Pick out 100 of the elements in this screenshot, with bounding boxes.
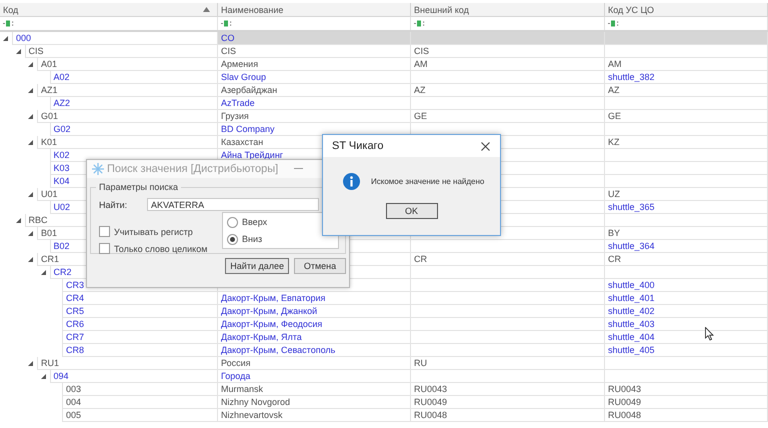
table-cell: Дакорт-Крым, Джанкой [218, 305, 411, 318]
radio-label: Вниз [242, 234, 262, 244]
find-next-button[interactable]: Найти далее [225, 258, 289, 274]
group-title: Параметры поиска [98, 182, 180, 192]
column-header[interactable]: Внешний код [411, 3, 605, 16]
column-header[interactable]: Код [0, 3, 218, 16]
sparkle-icon [92, 163, 104, 175]
table-cell: Города [218, 370, 411, 383]
tree-cell[interactable]: CR5 [62, 305, 218, 318]
tree-cell[interactable]: A01 [37, 58, 218, 71]
info-icon [343, 173, 360, 190]
column-header[interactable]: Код УС ЦО [605, 3, 768, 16]
table-cell: Россия [218, 357, 411, 370]
table-cell: Азербайджан [218, 84, 411, 97]
table-cell: shuttle_402 [605, 305, 768, 318]
minimize-icon[interactable] [294, 168, 303, 170]
table-cell: shuttle_401 [605, 292, 768, 305]
tree-cell[interactable]: 000 [12, 32, 218, 45]
table-cell: UZ [605, 188, 768, 201]
table-cell: Дакорт-Крым, Севастополь [218, 344, 411, 357]
sort-icon [203, 7, 210, 12]
radio-button[interactable] [227, 216, 238, 228]
expanded-icon[interactable] [16, 49, 20, 54]
table-cell: AZ [411, 84, 605, 97]
expanded-icon[interactable] [28, 140, 33, 145]
tree-cell[interactable]: G02 [50, 123, 218, 136]
tree-cell[interactable]: RU1 [37, 357, 218, 370]
table-cell: RU0043 [411, 383, 605, 396]
table-cell: CO [218, 32, 411, 45]
table-cell: CIS [218, 45, 411, 58]
table-cell: RU0049 [605, 396, 768, 409]
expanded-icon[interactable] [16, 218, 20, 223]
expanded-icon[interactable] [28, 361, 33, 366]
table-cell: Дакорт-Крым, Евпатория [218, 292, 411, 305]
expanded-icon[interactable] [3, 36, 8, 41]
tree-cell[interactable]: 005 [62, 409, 218, 422]
tree-cell[interactable]: A02 [50, 71, 218, 84]
table-cell: Nizhnevartovsk [218, 409, 411, 422]
table-cell: KZ [605, 136, 768, 149]
tree-cell[interactable]: CR7 [62, 331, 218, 344]
table-cell: CR [605, 253, 768, 266]
checkbox[interactable] [99, 226, 110, 237]
table-cell: AM [411, 58, 605, 71]
expanded-icon[interactable] [40, 270, 46, 275]
tree-cell[interactable]: CR8 [62, 344, 218, 357]
column-header[interactable]: Наименование [218, 3, 411, 16]
cancel-button[interactable]: Отмена [294, 258, 346, 274]
message-text: Искомое значение не найдено [371, 177, 484, 186]
tree-cell[interactable]: CR4 [62, 292, 218, 305]
table-cell: Грузия [218, 110, 411, 123]
table-cell: GE [411, 110, 605, 123]
tree-cell[interactable]: 004 [62, 396, 218, 409]
table-cell: shuttle_400 [605, 279, 768, 292]
table-cell: RU0043 [605, 383, 768, 396]
tree-cell[interactable]: AZ2 [50, 97, 218, 110]
table-cell: CR [411, 253, 605, 266]
expanded-icon[interactable] [28, 88, 33, 93]
checkbox-label: Только слово целиком [114, 244, 208, 254]
expanded-icon[interactable] [28, 192, 33, 197]
table-cell: shuttle_405 [605, 344, 768, 357]
filter-icon[interactable] [221, 20, 232, 27]
table-cell: CIS [411, 45, 605, 58]
checkbox[interactable] [99, 243, 110, 254]
expanded-icon[interactable] [28, 114, 33, 119]
tree-cell[interactable]: G01 [37, 110, 218, 123]
ok-button[interactable]: OK [386, 203, 438, 219]
checkbox-label: Учитывать регистр [114, 226, 193, 236]
table-cell: shuttle_403 [605, 318, 768, 331]
table-cell: Дакорт-Крым, Ялта [218, 331, 411, 344]
table-cell: shuttle_382 [605, 71, 768, 84]
filter-icon[interactable] [414, 20, 425, 27]
tree-cell[interactable]: CR6 [62, 318, 218, 331]
tree-cell[interactable]: 003 [62, 383, 218, 396]
table-cell: AzTrade [218, 97, 411, 110]
filter-icon[interactable] [608, 20, 619, 27]
expanded-icon[interactable] [28, 62, 33, 67]
expanded-icon[interactable] [28, 257, 33, 262]
filter-icon[interactable] [3, 20, 14, 27]
table-cell: AM [605, 58, 768, 71]
search-field[interactable]: AKVATERRA [147, 198, 319, 211]
table-cell: Армения [218, 58, 411, 71]
table-cell: Slav Group [218, 71, 411, 84]
close-icon[interactable] [481, 142, 490, 150]
tree-cell[interactable]: CIS [24, 45, 218, 58]
radio-label: Вверх [242, 217, 268, 227]
table-cell: shuttle_365 [605, 201, 768, 214]
radio-button[interactable] [227, 234, 238, 244]
table-cell: BY [605, 227, 768, 240]
expanded-icon[interactable] [28, 231, 33, 236]
table-cell: RU0049 [411, 396, 605, 409]
expanded-icon[interactable] [40, 374, 46, 379]
table-cell: Murmansk [218, 383, 411, 396]
tree-cell[interactable]: AZ1 [37, 84, 218, 97]
table-cell: Дакорт-Крым, Феодосия [218, 318, 411, 331]
tree-cell[interactable]: 094 [50, 370, 218, 383]
table-cell: GE [605, 110, 768, 123]
table-cell: shuttle_364 [605, 240, 768, 253]
table-cell: RU0048 [411, 409, 605, 422]
table-cell: RU0048 [605, 409, 768, 422]
tree-cell[interactable]: K01 [37, 136, 218, 149]
